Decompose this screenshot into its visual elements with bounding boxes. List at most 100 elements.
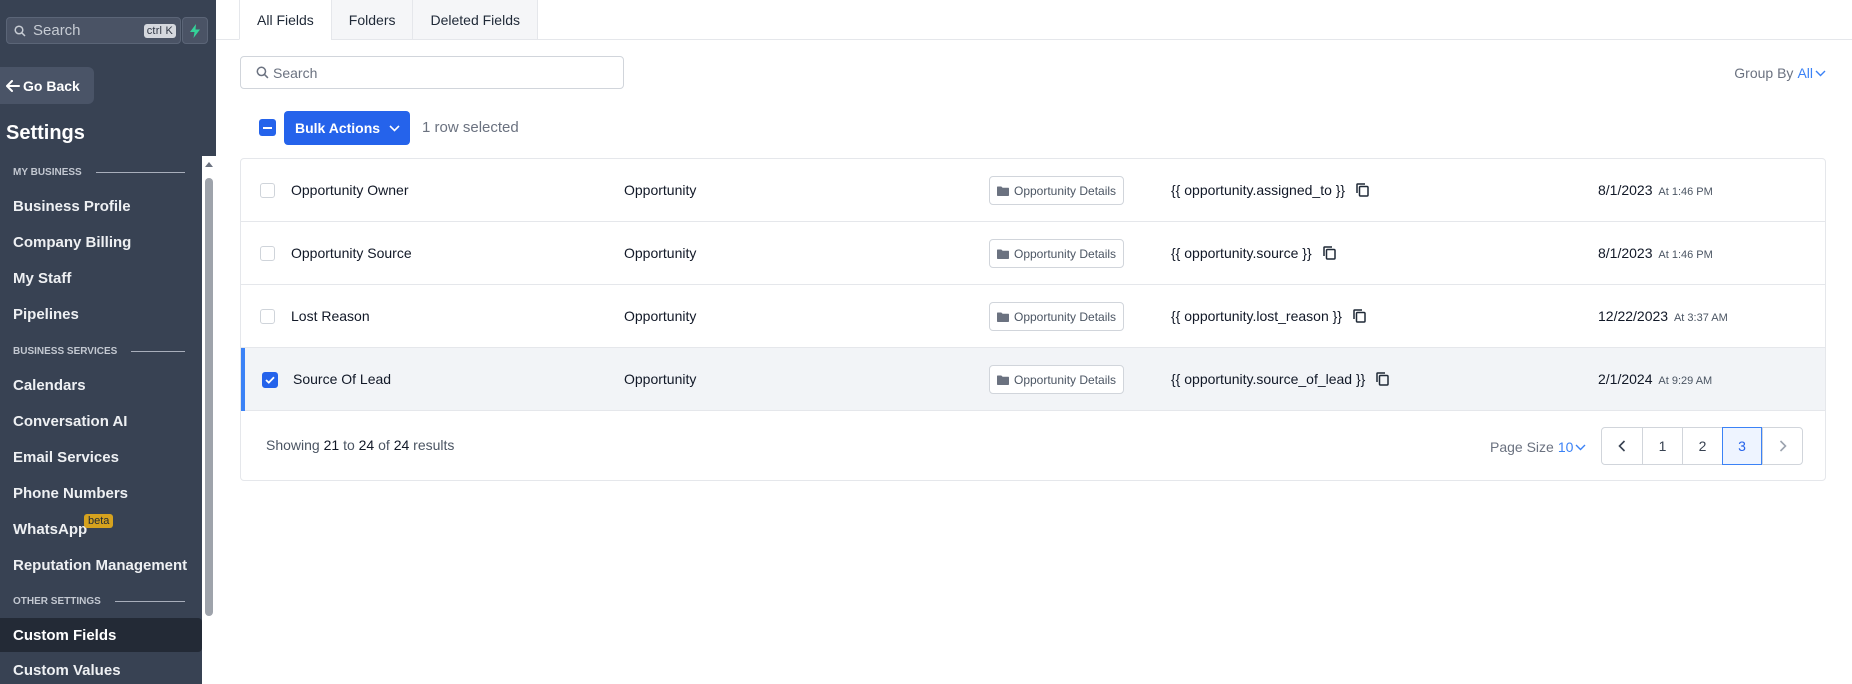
field-name: Source Of Lead bbox=[293, 371, 392, 387]
time-value: At 9:29 AM bbox=[1658, 375, 1713, 387]
page-button-1[interactable]: 1 bbox=[1642, 428, 1682, 464]
table-row[interactable]: Lost Reason Opportunity Opportunity Detail… bbox=[241, 285, 1825, 348]
folder-label: Opportunity Details bbox=[1014, 309, 1117, 324]
page-size-dropdown[interactable]: Page Size 10 bbox=[1490, 439, 1586, 455]
merge-key: {{ opportunity.source }} bbox=[1171, 245, 1336, 261]
tab-folders[interactable]: Folders bbox=[330, 0, 414, 40]
folder-icon bbox=[997, 375, 1009, 385]
bolt-icon bbox=[190, 23, 200, 38]
tabs: All Fields Folders Deleted Fields bbox=[239, 0, 538, 40]
merge-key: {{ opportunity.source_of_lead }} bbox=[1171, 371, 1390, 387]
sidebar-item-custom-fields[interactable]: Custom Fields bbox=[0, 618, 202, 652]
search-input[interactable]: Search bbox=[240, 56, 624, 89]
time-value: At 1:46 PM bbox=[1658, 186, 1713, 198]
sidebar-item-email-services[interactable]: Email Services bbox=[13, 449, 119, 466]
sidebar-search[interactable]: Search ctrl K bbox=[6, 17, 181, 44]
page-size-value: 10 bbox=[1557, 439, 1574, 455]
sidebar-item-conversation-ai[interactable]: Conversation AI bbox=[13, 413, 127, 430]
chevron-down-icon bbox=[1815, 70, 1826, 76]
group-by-label: Group By bbox=[1734, 65, 1794, 81]
table-row[interactable]: Opportunity Owner Opportunity Opportunity … bbox=[241, 159, 1825, 222]
merge-key-text: {{ opportunity.lost_reason }} bbox=[1171, 308, 1342, 324]
sidebar-scrollbar[interactable] bbox=[202, 156, 216, 684]
time-value: At 3:37 AM bbox=[1673, 312, 1728, 324]
scroll-up-icon[interactable] bbox=[205, 162, 213, 167]
copy-icon[interactable] bbox=[1376, 372, 1390, 386]
sidebar-item-pipelines[interactable]: Pipelines bbox=[13, 306, 79, 323]
folder-tag[interactable]: Opportunity Details bbox=[989, 365, 1125, 394]
date-created: 8/1/2023 At 1:46 PM bbox=[1598, 182, 1713, 198]
field-object: Opportunity bbox=[624, 245, 697, 261]
sidebar-item-reputation-management[interactable]: Reputation Management bbox=[13, 557, 187, 574]
bulk-actions-button[interactable]: Bulk Actions bbox=[284, 111, 410, 145]
selection-count: 1 row selected bbox=[422, 119, 519, 136]
table-row[interactable]: Opportunity Source Opportunity Opportunity… bbox=[241, 222, 1825, 285]
merge-key-text: {{ opportunity.source }} bbox=[1171, 245, 1312, 261]
group-by-dropdown[interactable]: Group By All bbox=[1734, 65, 1826, 81]
field-object: Opportunity bbox=[624, 308, 697, 324]
arrow-left-icon bbox=[6, 79, 20, 92]
page-button-2[interactable]: 2 bbox=[1682, 428, 1722, 464]
main-content: All Fields Folders Deleted Fields Search… bbox=[216, 0, 1852, 684]
sidebar-item-company-billing[interactable]: Company Billing bbox=[13, 234, 131, 251]
section-other-settings: OTHER SETTINGS bbox=[13, 596, 185, 607]
folder-icon bbox=[997, 312, 1009, 322]
field-object: Opportunity bbox=[624, 182, 697, 198]
copy-icon[interactable] bbox=[1356, 183, 1369, 197]
tab-deleted-fields[interactable]: Deleted Fields bbox=[412, 0, 538, 40]
folder-tag[interactable]: Opportunity Details bbox=[989, 176, 1125, 205]
row-checkbox[interactable] bbox=[260, 183, 275, 198]
date-created: 12/22/2023 At 3:37 AM bbox=[1598, 308, 1728, 324]
tab-all-fields[interactable]: All Fields bbox=[239, 0, 332, 40]
copy-icon[interactable] bbox=[1353, 309, 1366, 323]
sidebar-search-placeholder: Search bbox=[33, 22, 81, 39]
copy-icon[interactable] bbox=[1322, 246, 1336, 260]
field-object: Opportunity bbox=[624, 371, 697, 387]
row-checkbox[interactable] bbox=[260, 309, 275, 324]
go-back-label: Go Back bbox=[23, 77, 80, 94]
page-size-label: Page Size bbox=[1490, 439, 1554, 455]
date-value: 12/22/2023 bbox=[1598, 308, 1669, 324]
row-checkbox[interactable] bbox=[262, 372, 278, 388]
folder-label: Opportunity Details bbox=[1014, 372, 1117, 387]
time-value: At 1:46 PM bbox=[1658, 249, 1713, 261]
go-back-button[interactable]: Go Back bbox=[0, 67, 94, 104]
bulk-actions-label: Bulk Actions bbox=[295, 120, 381, 136]
section-my-business: MY BUSINESS bbox=[13, 167, 185, 178]
merge-key-text: {{ opportunity.assigned_to }} bbox=[1171, 182, 1346, 198]
sidebar-item-my-staff[interactable]: My Staff bbox=[13, 270, 71, 287]
quick-action-button[interactable] bbox=[182, 17, 208, 44]
settings-title: Settings bbox=[6, 122, 85, 144]
sidebar-item-phone-numbers[interactable]: Phone Numbers bbox=[13, 485, 128, 502]
field-name: Opportunity Source bbox=[291, 245, 412, 261]
merge-key: {{ opportunity.assigned_to }} bbox=[1171, 182, 1369, 198]
search-icon bbox=[256, 66, 269, 79]
folder-tag[interactable]: Opportunity Details bbox=[989, 302, 1125, 331]
sidebar-item-calendars[interactable]: Calendars bbox=[13, 377, 86, 394]
sidebar-item-business-profile[interactable]: Business Profile bbox=[13, 198, 131, 215]
date-value: 8/1/2023 bbox=[1598, 245, 1653, 261]
date-created: 8/1/2023 At 1:46 PM bbox=[1598, 245, 1713, 261]
next-page-button[interactable] bbox=[1762, 428, 1802, 464]
date-created: 2/1/2024 At 9:29 AM bbox=[1598, 371, 1712, 387]
search-shortcut: ctrl K bbox=[143, 23, 176, 38]
beta-badge: beta bbox=[84, 514, 114, 528]
sidebar: Search ctrl K Go Back Settings MY BUSINE… bbox=[0, 0, 216, 684]
folder-label: Opportunity Details bbox=[1014, 246, 1117, 261]
select-all-checkbox[interactable] bbox=[259, 119, 276, 136]
folder-icon bbox=[997, 249, 1009, 259]
prev-page-button[interactable] bbox=[1602, 428, 1642, 464]
sidebar-item-label: Custom Fields bbox=[13, 627, 117, 644]
sidebar-item-custom-values[interactable]: Custom Values bbox=[13, 662, 121, 679]
date-value: 8/1/2023 bbox=[1598, 182, 1653, 198]
section-business-services: BUSINESS SERVICES bbox=[13, 346, 185, 357]
table-row[interactable]: Source Of Lead Opportunity Opportunity Det… bbox=[241, 348, 1825, 411]
search-icon bbox=[14, 24, 26, 37]
row-checkbox[interactable] bbox=[260, 246, 275, 261]
sidebar-item-whatsapp[interactable]: WhatsApp bbox=[13, 521, 87, 538]
scrollbar-thumb[interactable] bbox=[205, 178, 213, 616]
folder-tag[interactable]: Opportunity Details bbox=[989, 239, 1125, 268]
folder-icon bbox=[997, 186, 1009, 196]
page-button-3[interactable]: 3 bbox=[1722, 427, 1762, 465]
fields-table: Opportunity Owner Opportunity Opportunity … bbox=[240, 158, 1826, 481]
